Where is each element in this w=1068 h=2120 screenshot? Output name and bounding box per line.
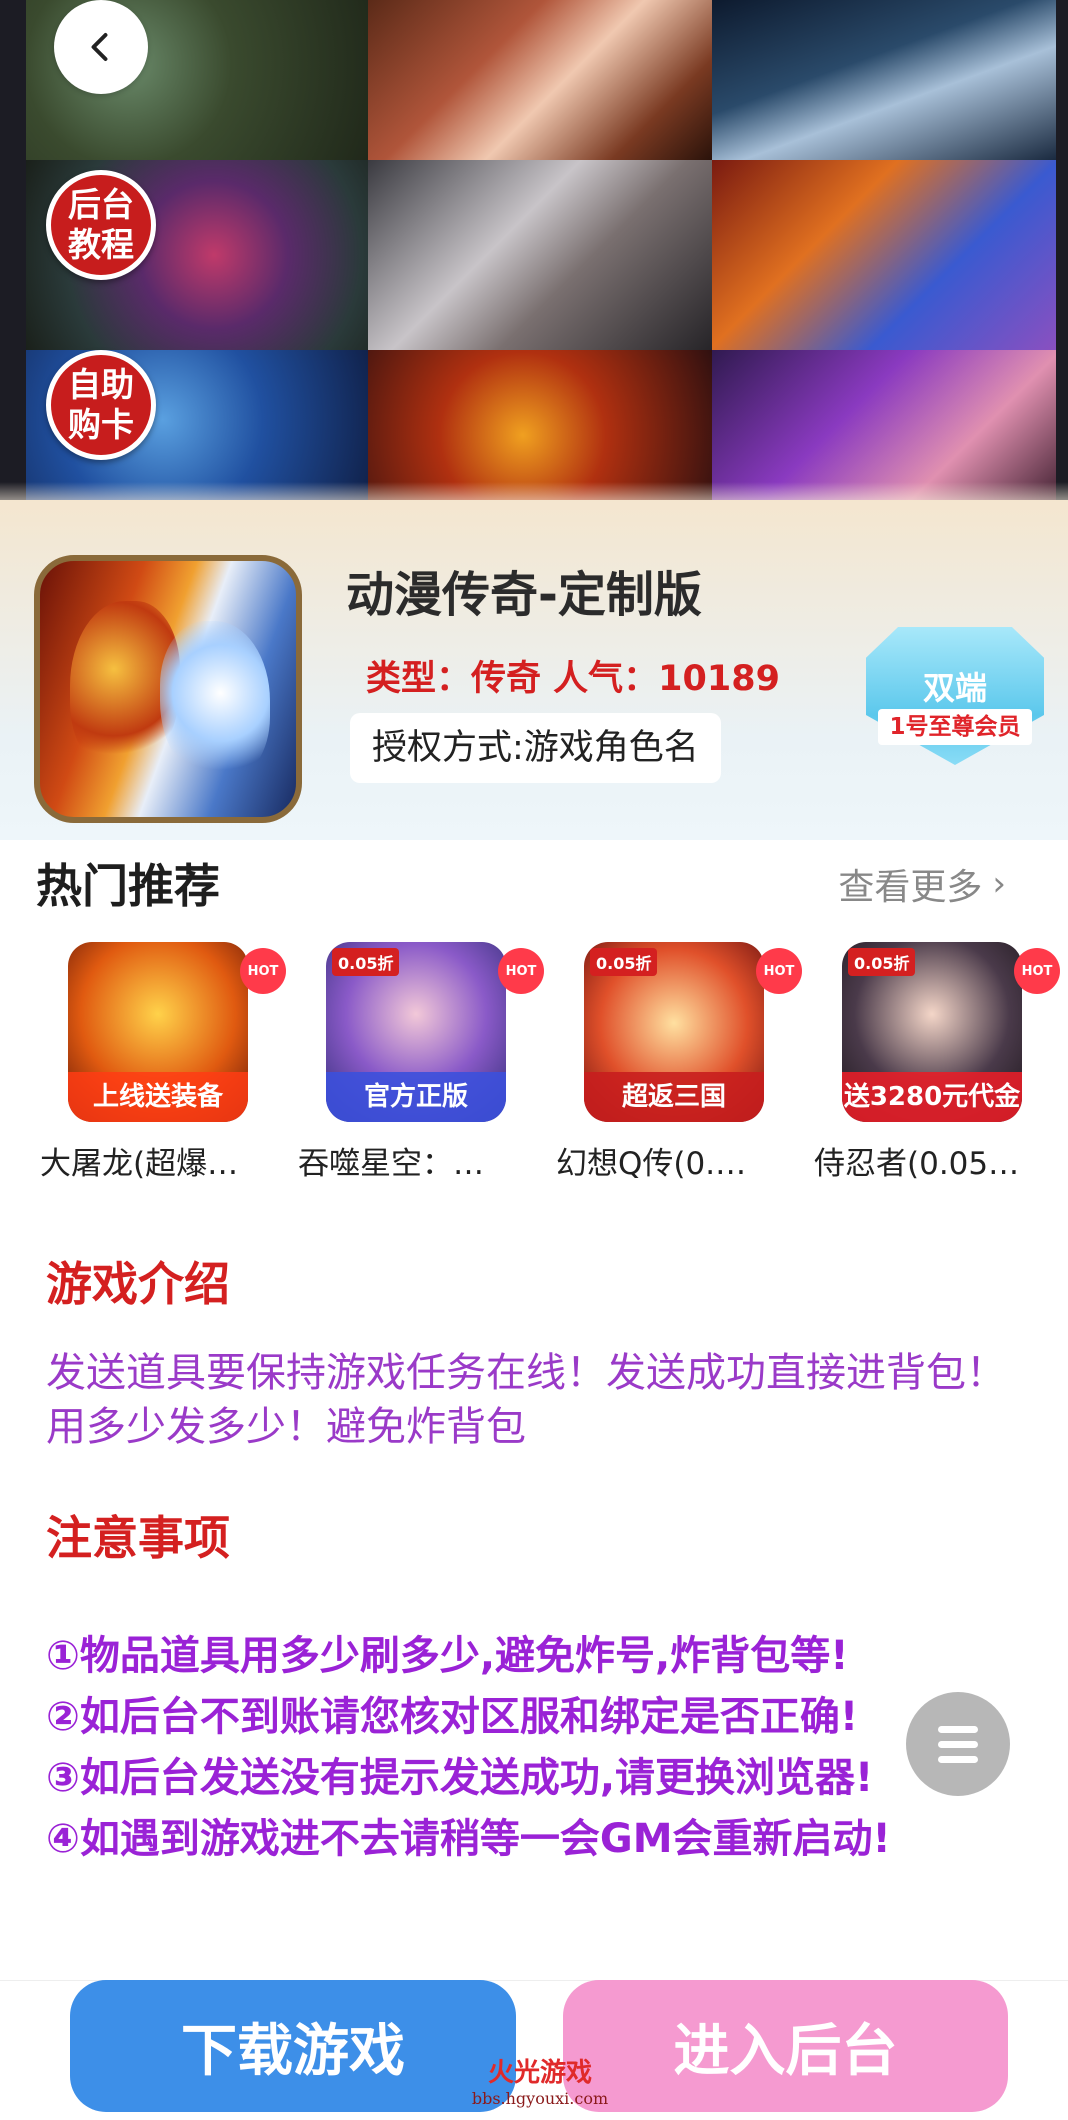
see-more-link[interactable]: 查看更多 ›	[838, 858, 1006, 910]
recommend-item[interactable]: 0.05折 送3280元代金 HOT 侍忍者(0.05…	[814, 942, 1060, 1183]
vip-diamond-badge: 双端 1号至尊会员	[866, 627, 1044, 767]
game-title: 动漫传奇-定制版	[346, 567, 702, 623]
screenshot-grid	[26, 0, 1056, 505]
hot-tag-icon: HOT	[240, 948, 286, 994]
chevron-right-icon: ›	[992, 864, 1006, 904]
back-button[interactable]	[54, 0, 148, 94]
recommend-item[interactable]: 0.05折 超返三国 HOT 幻想Q传(0.…	[556, 942, 802, 1183]
recommend-name: 大屠龙(超爆…	[40, 1146, 239, 1182]
recommend-name: 幻想Q传(0.…	[556, 1146, 747, 1182]
game-screenshot	[368, 160, 712, 350]
game-intro-heading: 游戏介绍	[46, 1257, 230, 1311]
note-item: ②如后台不到账请您核对区服和绑定是否正确!	[46, 1694, 859, 1740]
game-meta: 类型：传奇 人气：10189	[366, 659, 780, 699]
vip-label: 1号至尊会员	[878, 709, 1032, 745]
game-screenshot	[368, 0, 712, 160]
hot-tag-icon: HOT	[498, 948, 544, 994]
site-watermark: 火光游戏 bbs.hgyouxi.com	[471, 2058, 609, 2108]
floating-menu-button[interactable]	[906, 1692, 1010, 1796]
recommend-name: 侍忍者(0.05…	[814, 1146, 1020, 1182]
note-item: ①物品道具用多少刷多少,避免炸号,炸背包等!	[46, 1633, 849, 1679]
menu-icon-bar	[938, 1725, 978, 1733]
chevron-left-icon	[91, 33, 108, 61]
game-icon	[34, 555, 302, 823]
menu-icon-bar	[938, 1740, 978, 1748]
admin-tutorial-badge[interactable]: 后台 教程	[46, 170, 156, 280]
self-service-card-badge[interactable]: 自助 购卡	[46, 350, 156, 460]
note-item: ④如遇到游戏进不去请稍等一会GM会重新启动!	[46, 1816, 891, 1862]
game-thumbnail: 0.05折 送3280元代金	[842, 942, 1022, 1122]
note-item: ③如后台发送没有提示发送成功,请更换浏览器!	[46, 1755, 874, 1801]
game-thumbnail: 上线送装备	[68, 942, 248, 1122]
hot-tag-icon: HOT	[1014, 948, 1060, 994]
recommend-item[interactable]: 上线送装备 HOT 大屠龙(超爆…	[40, 942, 286, 1183]
game-thumbnail: 0.05折 官方正版	[326, 942, 506, 1122]
screenshot-banner[interactable]	[0, 0, 1068, 512]
game-detail-page: 后台 教程 自助 购卡 动漫传奇-定制版 类型：传奇 人气：10189 授权方式…	[0, 0, 1068, 2120]
game-screenshot	[712, 160, 1056, 350]
game-intro-text: 发送道具要保持游戏任务在线！发送成功直接进背包！用多少发多少！避免炸背包	[46, 1350, 1006, 1450]
notes-list: ①物品道具用多少刷多少,避免炸号,炸背包等! ②如后台不到账请您核对区服和绑定是…	[46, 1626, 1046, 1870]
platform-label: 双端	[922, 669, 987, 707]
notes-heading: 注意事项	[46, 1511, 230, 1565]
recommend-name: 吞噬星空：…	[298, 1146, 484, 1182]
menu-icon-bar	[938, 1755, 978, 1763]
hot-tag-icon: HOT	[756, 948, 802, 994]
game-screenshot	[712, 0, 1056, 160]
phoenix-art	[160, 621, 270, 781]
game-thumbnail: 0.05折 超返三国	[584, 942, 764, 1122]
auth-method: 授权方式:游戏角色名	[350, 713, 721, 783]
recommend-list: 上线送装备 HOT 大屠龙(超爆… 0.05折 官方正版 HOT 吞噬星空：… …	[40, 942, 1060, 1183]
recommend-item[interactable]: 0.05折 官方正版 HOT 吞噬星空：…	[298, 942, 544, 1183]
hot-recommend-heading: 热门推荐	[36, 859, 220, 913]
